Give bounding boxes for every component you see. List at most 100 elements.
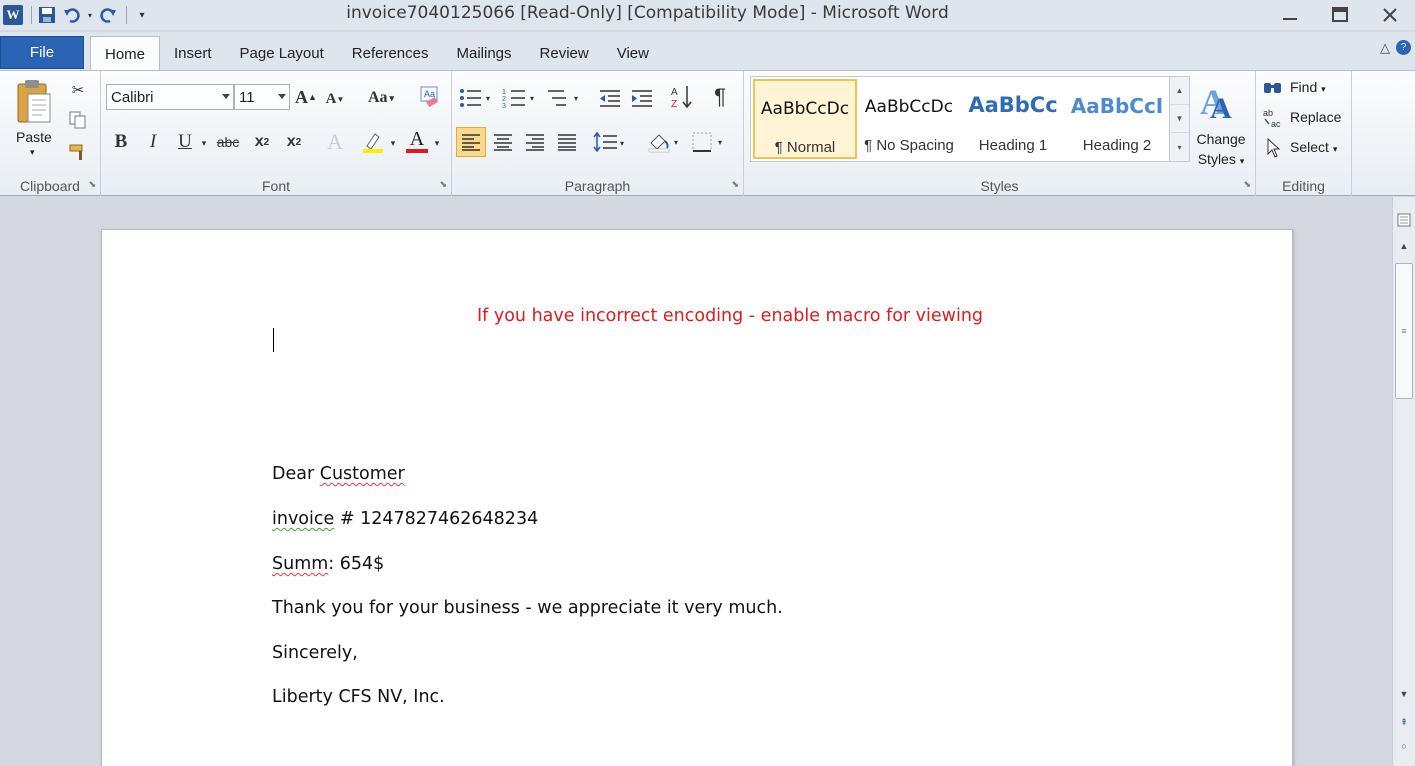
tab-view[interactable]: View [603,36,663,70]
styles-launcher-icon[interactable]: ⬊ [1243,179,1251,190]
highlight-color-icon[interactable] [359,129,387,155]
replace-icon[interactable]: ab ac [1262,107,1286,129]
style-normal[interactable]: AaBbCcDc ¶ Normal [753,79,857,159]
tab-references[interactable]: References [338,36,443,70]
strikethrough-button[interactable]: abc [213,129,243,155]
styles-gallery-scroll: ▲ ▼ ▾ [1169,77,1189,161]
bold-button[interactable]: B [109,129,133,155]
change-case-button[interactable]: Aa ▾ [363,85,399,111]
select-browse-object-icon[interactable]: ○ [1395,737,1413,755]
tab-list: Home Insert Page Layout References Maili… [90,36,663,71]
align-right-icon[interactable] [520,127,550,157]
format-painter-icon[interactable] [66,141,90,163]
window-controls [1265,0,1415,30]
underline-dropdown-icon[interactable]: ▾ [197,133,211,153]
cut-icon[interactable]: ✂ [66,79,90,101]
sort-icon[interactable]: AZ [668,83,696,111]
align-left-icon[interactable] [456,127,486,157]
justify-icon[interactable] [552,127,582,157]
align-center-icon[interactable] [488,127,518,157]
decrease-indent-icon[interactable] [596,85,624,111]
scrollbar-thumb[interactable]: ≡ [1395,263,1413,399]
style-heading-2[interactable]: AaBbCcI Heading 2 [1065,79,1169,159]
font-launcher-icon[interactable]: ⬊ [439,179,447,190]
line-spacing-icon[interactable]: ▾ [592,127,630,157]
previous-page-icon[interactable]: ⇞ [1395,713,1413,731]
font-label: Font [261,178,290,194]
tab-review[interactable]: Review [526,36,603,70]
tab-home[interactable]: Home [90,36,161,71]
copy-icon[interactable] [66,109,90,131]
font-family-select[interactable]: Calibri [106,84,234,110]
document-page[interactable]: If you have incorrect encoding - enable … [101,229,1293,766]
grow-font-button[interactable]: A ▲ [295,85,317,109]
scroll-down-icon[interactable]: ▼ [1395,685,1413,703]
superscript-button[interactable]: x2 [281,129,307,155]
gallery-down-icon[interactable]: ▼ [1170,105,1189,133]
style-heading-1[interactable]: AaBbCc Heading 1 [961,79,1065,159]
window-title: invoice7040125066 [Read-Only] [Compatibi… [346,3,949,23]
paragraph-launcher-icon[interactable]: ⬊ [731,179,739,190]
show-formatting-button[interactable]: ¶ [706,83,734,111]
shading-icon[interactable]: ▾ [646,127,684,157]
maximize-icon[interactable] [1315,0,1365,30]
minimize-icon[interactable] [1265,0,1315,30]
replace-button[interactable]: Replace [1290,109,1341,125]
editing-group: Find ▾ ab ac Replace Select ▾ Editing [1256,71,1352,196]
tab-file[interactable]: File [0,36,84,69]
help-icon[interactable]: ? [1396,40,1411,55]
numbering-icon[interactable]: 1 2 3 ▾ [500,85,540,111]
svg-text:Aa: Aa [424,89,435,99]
gallery-up-icon[interactable]: ▲ [1170,77,1189,105]
tab-insert[interactable]: Insert [160,36,226,70]
change-styles-button[interactable]: Change Styles ▾ [1195,129,1247,171]
underline-button[interactable]: U [173,129,197,155]
paste-icon[interactable] [10,75,58,129]
select-button[interactable]: Select ▾ [1290,139,1337,155]
font-color-icon[interactable]: A [403,127,431,155]
minimize-ribbon-icon[interactable]: △ [1380,40,1390,56]
paste-dropdown-icon[interactable]: ▾ [30,147,35,158]
svg-text:3: 3 [502,103,506,109]
clipboard-launcher-icon[interactable]: ⬊ [88,179,96,190]
ribbon-controls: △ ? [1380,40,1411,56]
text-effects-icon[interactable]: A [321,129,349,155]
bullets-icon[interactable]: ▾ [456,85,496,111]
svg-text:▾: ▾ [574,94,578,103]
company-line: Liberty CFS NV, Inc. [272,687,445,707]
gallery-more-icon[interactable]: ▾ [1170,133,1189,161]
ribbon: Paste ▾ ✂ Clipboard ⬊ Calibri 11 A ▲ A ▼ A… [0,70,1415,196]
select-icon[interactable] [1264,137,1284,159]
svg-text:▾: ▾ [674,138,678,147]
increase-indent-icon[interactable] [628,85,656,111]
highlight-dropdown-icon[interactable]: ▾ [387,133,399,153]
font-color-dropdown-icon[interactable]: ▾ [431,133,443,153]
macro-warning-text: If you have incorrect encoding - enable … [476,306,984,326]
shrink-font-button[interactable]: A ▼ [324,87,346,111]
multilevel-list-icon[interactable]: ▾ [544,85,584,111]
style-no-spacing[interactable]: AaBbCcDc ¶ No Spacing [857,79,961,159]
svg-text:A: A [671,87,678,98]
close-icon[interactable] [1365,0,1415,30]
ribbon-tab-bar: File Home Insert Page Layout References … [0,32,1415,71]
borders-icon[interactable]: ▾ [690,127,728,157]
document-area: If you have incorrect encoding - enable … [0,197,1392,766]
subscript-button[interactable]: x2 [249,129,275,155]
svg-text:Z: Z [671,99,677,110]
font-size-select[interactable]: 11 [234,84,290,110]
change-styles-icon[interactable]: AA [1196,77,1244,123]
paste-button[interactable]: Paste [16,129,52,145]
clear-formatting-icon[interactable]: Aa [415,83,443,111]
svg-text:2: 2 [502,96,506,103]
tab-mailings[interactable]: Mailings [443,36,526,70]
svg-text:1: 1 [502,89,506,96]
find-button[interactable]: Find ▾ [1290,79,1326,95]
find-icon[interactable] [1262,77,1284,99]
vertical-scrollbar[interactable]: ▲ ≡ ▼ ⇞ ○ [1392,197,1415,766]
svg-text:A: A [1210,92,1232,122]
italic-button[interactable]: I [141,129,165,155]
tab-page-layout[interactable]: Page Layout [226,36,338,70]
scroll-up-icon[interactable]: ▲ [1395,237,1413,255]
editing-label: Editing [1282,178,1325,194]
view-ruler-icon[interactable] [1395,211,1413,229]
